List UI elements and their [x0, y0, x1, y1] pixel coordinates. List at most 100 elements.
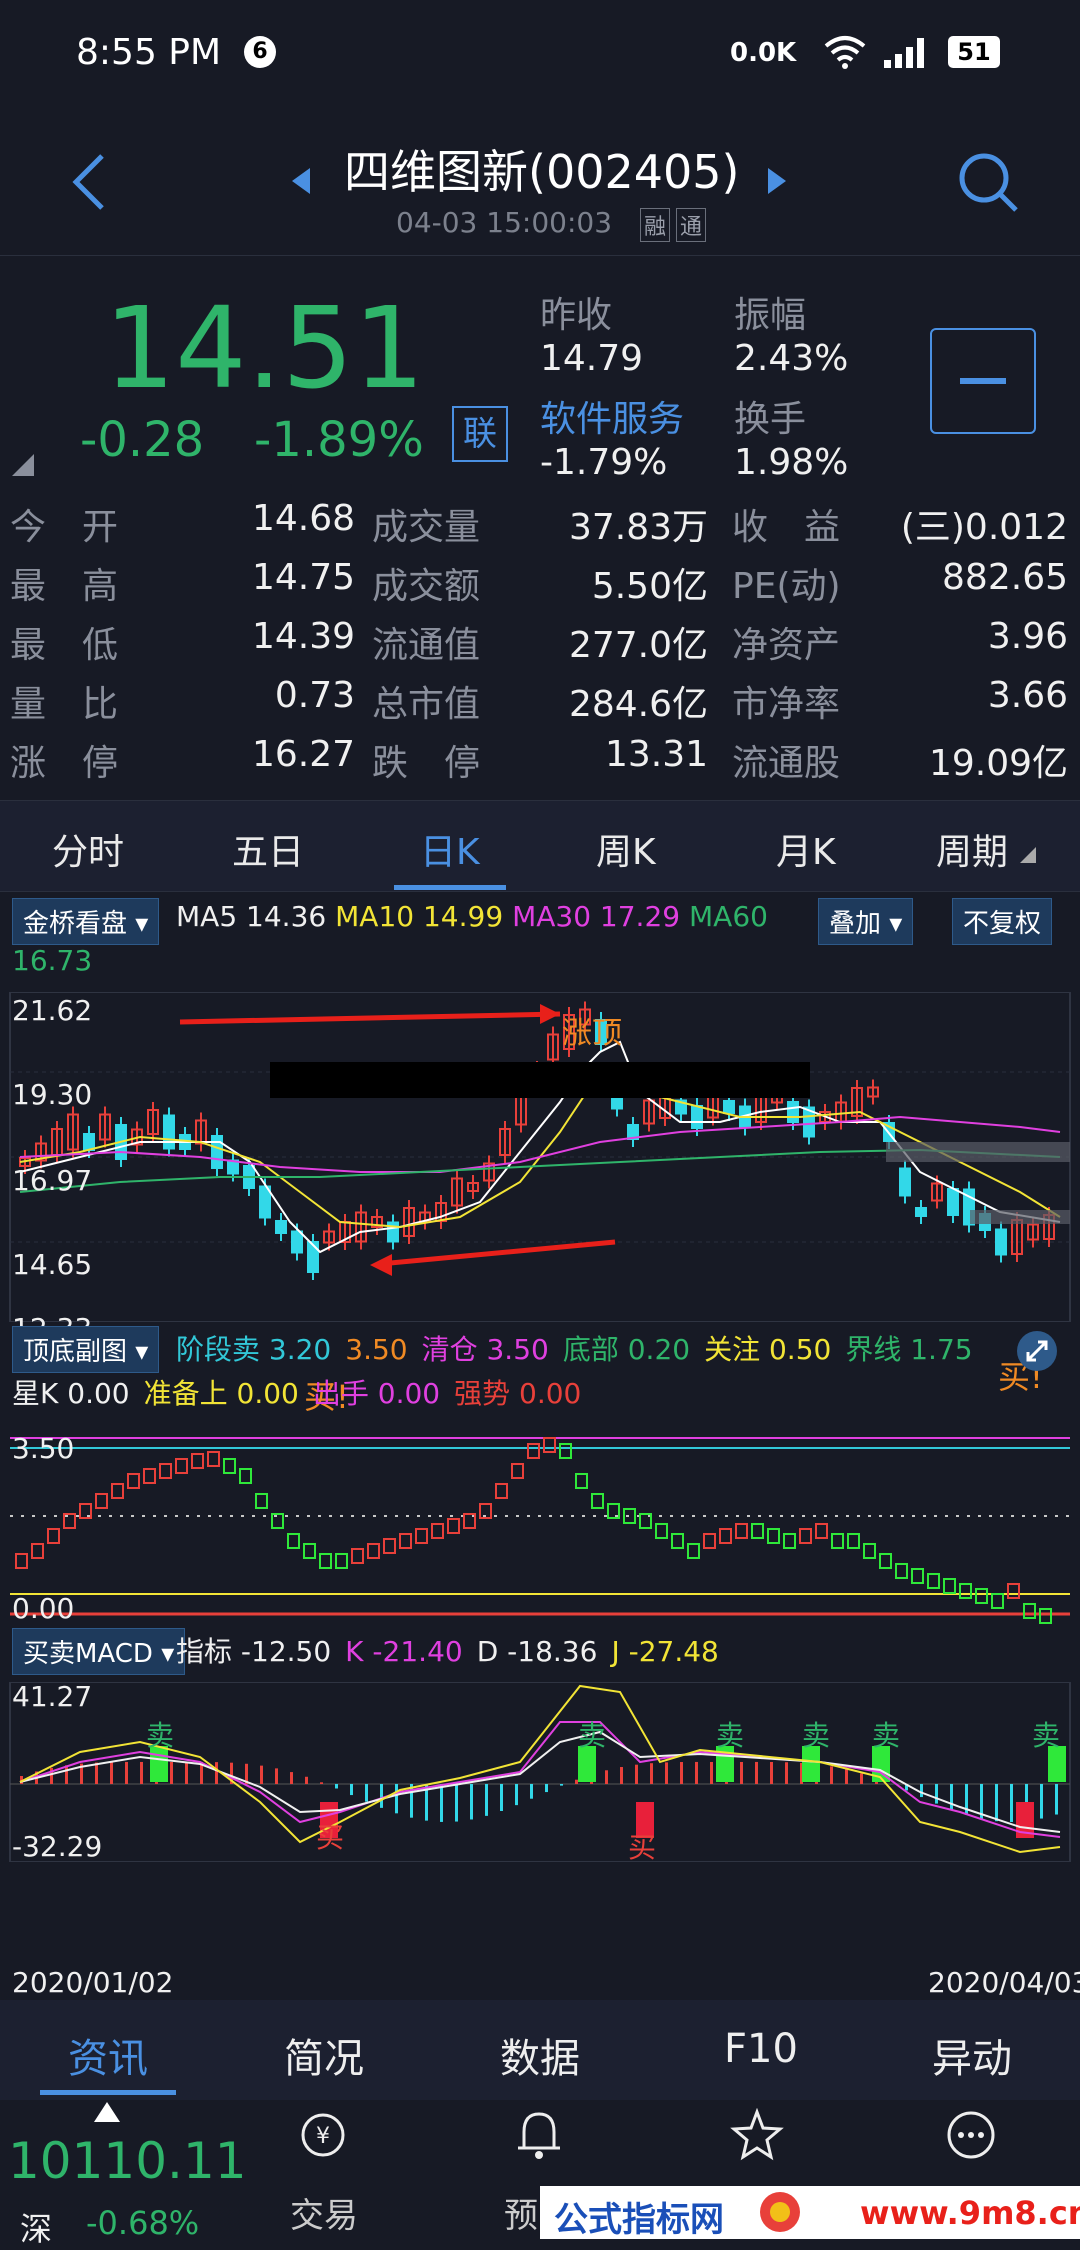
subchart1-step — [400, 1534, 411, 1548]
ma10-label: MA10 — [335, 900, 414, 933]
macd-bar — [440, 1784, 443, 1822]
subchart1-step — [240, 1469, 251, 1483]
subchart1-step — [48, 1529, 59, 1543]
index-value[interactable]: 10110.11 — [8, 2132, 247, 2190]
macd-bar — [785, 1762, 788, 1784]
sell-tag-1: 卖 — [146, 1714, 174, 1754]
stat-cell-r0-c5: (三)0.012 — [901, 498, 1068, 550]
subchart1-step — [1008, 1584, 1019, 1598]
stat-cell-r0-c2: 成交量 — [372, 498, 480, 550]
overlay-select-label: 叠加 — [829, 909, 881, 939]
bell-icon[interactable] — [514, 2108, 564, 2162]
macd-bar — [515, 1784, 518, 1805]
indicator-select[interactable]: 金桥看盘 ▾ — [12, 898, 159, 945]
macd-bar — [935, 1784, 938, 1804]
tab-news[interactable]: 资讯 — [68, 2026, 148, 2084]
back-icon[interactable] — [70, 152, 110, 212]
network-speed: 0.0K — [730, 38, 796, 68]
sell-tag-5: 卖 — [872, 1714, 900, 1754]
link-button[interactable]: 联 — [452, 406, 508, 462]
candle — [292, 1232, 302, 1253]
subchart1-step — [448, 1519, 459, 1533]
subchart1-step — [304, 1544, 315, 1558]
candlestick-chart[interactable] — [0, 992, 1080, 1322]
watermark-banner: 公式指标网 www.9m8.cn — [540, 2186, 1080, 2239]
next-stock-icon[interactable] — [766, 166, 788, 196]
ma-legend: MA5 14.36 MA10 14.99 MA30 17.29 MA60 — [176, 900, 768, 933]
tab-five-day[interactable]: 五日 — [232, 823, 304, 875]
tab-daily-k[interactable]: 日K — [420, 823, 480, 875]
trade-label[interactable]: 交易 — [290, 2188, 358, 2237]
tab-weekly-k[interactable]: 周K — [596, 823, 656, 875]
notification-icon: 6 — [244, 36, 276, 68]
stock-header: 四维图新(002405) 04-03 15:00:03 融 通 — [0, 110, 1080, 256]
sub1items-item-2: 清仓 3.50 — [422, 1333, 549, 1366]
tab-alerts[interactable]: 异动 — [932, 2026, 1012, 2084]
sub1items-item-1: 3.50 — [345, 1333, 407, 1366]
stat-cell-r0-c0: 今 开 — [10, 498, 118, 550]
subchart2-select[interactable]: 买卖MACD ▾ — [12, 1628, 185, 1675]
trade-icon[interactable]: ¥ — [298, 2110, 348, 2160]
adjust-select[interactable]: 不复权 — [952, 898, 1052, 945]
macd-bar — [830, 1766, 833, 1784]
search-icon[interactable] — [956, 150, 1020, 214]
sub1line2-item-1: 准备上 0.00 — [144, 1377, 299, 1410]
alert-label[interactable]: 预 — [504, 2188, 538, 2237]
subchart1-step — [768, 1529, 779, 1543]
candle — [164, 1116, 174, 1149]
subchart1-step — [1040, 1609, 1051, 1623]
ma30-value: 17.29 — [600, 900, 680, 933]
margin-badge: 融 — [640, 208, 670, 242]
subchart1-step — [832, 1534, 843, 1548]
stat-cell-r2-c1: 14.39 — [252, 616, 355, 657]
current-price: 14.51 — [104, 284, 425, 414]
star-icon[interactable] — [730, 2108, 784, 2162]
annotation-arrow-buy — [380, 1242, 615, 1264]
stat-cell-r2-c4: 净资产 — [732, 616, 840, 668]
candle — [996, 1230, 1006, 1255]
macd-bar — [170, 1762, 173, 1784]
macd-bar — [845, 1769, 848, 1784]
sell-tag-6: 卖 — [1032, 1714, 1060, 1754]
subchart1-ymax: 3.50 — [12, 1432, 74, 1465]
tab-monthly-k[interactable]: 月K — [776, 823, 836, 875]
add-watchlist-button[interactable] — [930, 328, 1036, 434]
page-title: 四维图新(002405) — [344, 136, 740, 202]
subchart1-step — [912, 1569, 923, 1583]
tab-data[interactable]: 数据 — [500, 2026, 580, 2084]
subchart1-step — [352, 1549, 363, 1563]
macd-bar — [140, 1762, 143, 1784]
macd-bar — [995, 1784, 998, 1821]
subchart1-plot[interactable] — [0, 1434, 1080, 1624]
stat-cell-r1-c1: 14.75 — [252, 557, 355, 598]
subchart1-step — [528, 1444, 539, 1458]
more-icon[interactable] — [944, 2108, 998, 2162]
amplitude-label: 振幅 — [734, 286, 806, 338]
subchart1-select[interactable]: 顶底副图 ▾ — [12, 1326, 159, 1373]
stat-cell-r3-c1: 0.73 — [275, 675, 355, 716]
subchart1-legend2: 星K 0.00准备上 0.00出手 0.00强势 0.00 — [12, 1372, 595, 1412]
macd-bar — [455, 1784, 458, 1822]
subchart2-plot[interactable] — [0, 1682, 1080, 1862]
sell-tag-4: 卖 — [802, 1714, 830, 1754]
subchart1-step — [784, 1534, 795, 1548]
tab-profile[interactable]: 简况 — [284, 2026, 364, 2084]
expand-icon[interactable] — [1016, 1330, 1058, 1372]
tab-intraday[interactable]: 分时 — [52, 823, 124, 875]
tab-period[interactable]: 周期 — [936, 823, 1008, 875]
subchart1-step — [336, 1554, 347, 1568]
prev-stock-icon[interactable] — [290, 166, 312, 196]
subchart1-step — [928, 1574, 939, 1588]
subchart1-step — [544, 1438, 555, 1452]
sector-change: -1.79% — [540, 442, 667, 483]
subchart1-step — [432, 1524, 443, 1538]
subchart1-step — [384, 1539, 395, 1553]
battery-icon: 51 — [948, 36, 1000, 68]
tab-f10[interactable]: F10 — [724, 2026, 798, 2072]
sector-link[interactable]: 软件服务 — [540, 390, 684, 442]
index-up-icon — [94, 2102, 120, 2122]
turnover-label: 换手 — [734, 390, 806, 442]
overlay-select[interactable]: 叠加 ▾ — [818, 898, 913, 945]
macd-bar — [605, 1770, 608, 1784]
ma10-value: 14.99 — [423, 900, 503, 933]
